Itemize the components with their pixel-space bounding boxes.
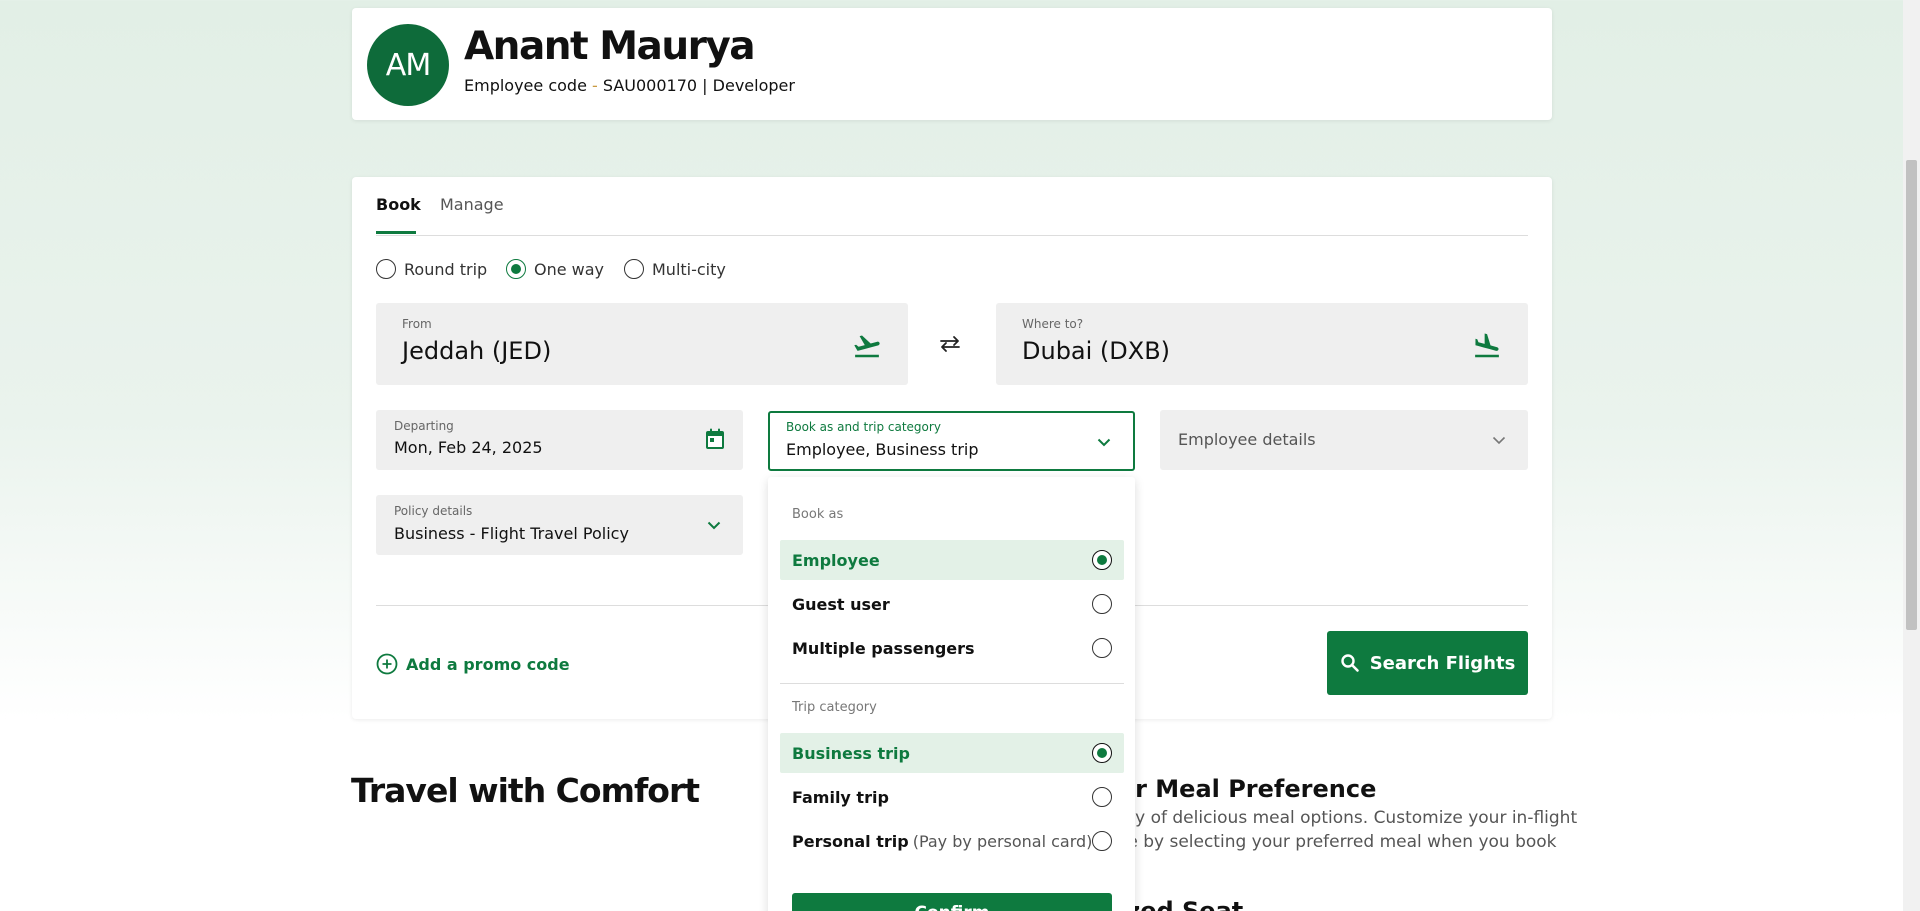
radio-checked-icon bbox=[1092, 743, 1112, 763]
avatar: AM bbox=[367, 24, 449, 106]
tab-manage[interactable]: Manage bbox=[440, 195, 504, 214]
departing-date-field[interactable]: Departing Mon, Feb 24, 2025 bbox=[376, 410, 743, 470]
radio-checked-icon bbox=[506, 259, 526, 279]
confirm-button[interactable]: Confirm bbox=[792, 893, 1112, 911]
policy-value: Business - Flight Travel Policy bbox=[394, 524, 629, 543]
employee-code: SAU000170 bbox=[602, 76, 698, 95]
departing-value: Mon, Feb 24, 2025 bbox=[394, 438, 543, 457]
book-as-section-title: Book as bbox=[792, 507, 844, 522]
option-family-trip[interactable]: Family trip bbox=[780, 777, 1124, 817]
option-label: Business trip bbox=[792, 743, 910, 763]
profile-subtitle: Employee code - SAU000170 | Developer bbox=[464, 76, 795, 95]
trip-type-round-trip[interactable]: Round trip bbox=[376, 259, 487, 279]
employee-details-select[interactable]: Employee details bbox=[1160, 410, 1528, 470]
landing-icon bbox=[1475, 333, 1499, 358]
book-as-dropdown: Book as Employee Guest user Multiple pas… bbox=[768, 477, 1135, 911]
trip-type-label: One way bbox=[534, 259, 605, 279]
option-business-trip[interactable]: Business trip bbox=[780, 733, 1124, 773]
radio-icon bbox=[1092, 638, 1112, 658]
chevron-down-icon bbox=[1097, 438, 1111, 447]
active-tab-indicator bbox=[376, 231, 416, 234]
add-promo-code-link[interactable]: Add a promo code bbox=[376, 653, 570, 675]
meal-preference-heading: ur Meal Preference bbox=[1118, 775, 1377, 803]
to-field[interactable]: Where to? Dubai (DXB) bbox=[996, 303, 1528, 385]
search-flights-label: Search Flights bbox=[1369, 652, 1516, 674]
profile-separator: | bbox=[702, 76, 708, 95]
from-field[interactable]: From Jeddah (JED) bbox=[376, 303, 908, 385]
trip-type-multi-city[interactable]: Multi-city bbox=[624, 259, 726, 279]
promo-label: Add a promo code bbox=[406, 654, 570, 674]
employee-code-dash: - bbox=[592, 76, 598, 95]
book-as-value: Employee, Business trip bbox=[786, 440, 979, 459]
chevron-down-icon bbox=[1492, 436, 1506, 445]
option-multiple-passengers[interactable]: Multiple passengers bbox=[780, 628, 1124, 668]
radio-icon bbox=[1092, 787, 1112, 807]
to-value: Dubai (DXB) bbox=[1022, 337, 1171, 365]
radio-icon bbox=[376, 259, 396, 279]
option-note: (Pay by personal card) bbox=[912, 831, 1093, 851]
option-employee[interactable]: Employee bbox=[780, 540, 1124, 580]
plus-circle-icon bbox=[376, 653, 398, 675]
radio-icon bbox=[1092, 594, 1112, 614]
policy-details-select[interactable]: Policy details Business - Flight Travel … bbox=[376, 495, 743, 555]
calendar-icon bbox=[706, 428, 724, 449]
employee-details-placeholder: Employee details bbox=[1178, 430, 1316, 449]
radio-checked-icon bbox=[1092, 550, 1112, 570]
radio-icon bbox=[1092, 831, 1112, 851]
option-personal-trip[interactable]: Personal trip (Pay by personal card) bbox=[780, 821, 1124, 861]
profile-card: AM Anant Maurya Employee code - SAU00017… bbox=[352, 8, 1552, 120]
from-value: Jeddah (JED) bbox=[402, 337, 552, 365]
tab-book[interactable]: Book bbox=[376, 195, 421, 214]
trip-type-one-way[interactable]: One way bbox=[506, 259, 604, 279]
meal-description-line: ety of delicious meal options. Customize… bbox=[1118, 808, 1578, 828]
policy-label: Policy details bbox=[394, 504, 473, 518]
tab-divider bbox=[376, 235, 1528, 236]
option-label: Multiple passengers bbox=[792, 638, 975, 658]
option-label: Family trip bbox=[792, 787, 889, 807]
trip-category-section-title: Trip category bbox=[792, 700, 877, 715]
travel-comfort-heading: Travel with Comfort bbox=[351, 771, 700, 810]
trip-type-label: Round trip bbox=[404, 259, 488, 279]
option-label: Guest user bbox=[792, 594, 890, 614]
book-as-trip-category-select[interactable]: Book as and trip category Employee, Busi… bbox=[768, 411, 1135, 471]
seat-heading: ized Seat bbox=[1118, 897, 1244, 911]
chevron-down-icon bbox=[707, 521, 721, 530]
radio-icon bbox=[624, 259, 644, 279]
departing-label: Departing bbox=[394, 419, 454, 433]
from-label: From bbox=[402, 317, 432, 331]
to-label: Where to? bbox=[1022, 317, 1084, 331]
option-label: Personal trip bbox=[792, 831, 909, 851]
option-label: Employee bbox=[792, 550, 880, 570]
meal-description-line: ce by selecting your preferred meal when… bbox=[1118, 832, 1557, 852]
employee-role: Developer bbox=[712, 76, 795, 95]
dropdown-divider bbox=[780, 683, 1124, 684]
option-guest-user[interactable]: Guest user bbox=[780, 584, 1124, 624]
employee-code-label: Employee code bbox=[464, 76, 587, 95]
trip-type-label: Multi-city bbox=[652, 259, 726, 279]
profile-name: Anant Maurya bbox=[464, 24, 756, 69]
scrollbar-thumb[interactable] bbox=[1906, 160, 1917, 630]
swap-icon[interactable] bbox=[938, 335, 962, 353]
book-as-label: Book as and trip category bbox=[786, 420, 941, 434]
search-icon bbox=[1340, 654, 1359, 672]
search-flights-button[interactable]: Search Flights bbox=[1327, 631, 1528, 695]
takeoff-icon bbox=[854, 335, 880, 358]
